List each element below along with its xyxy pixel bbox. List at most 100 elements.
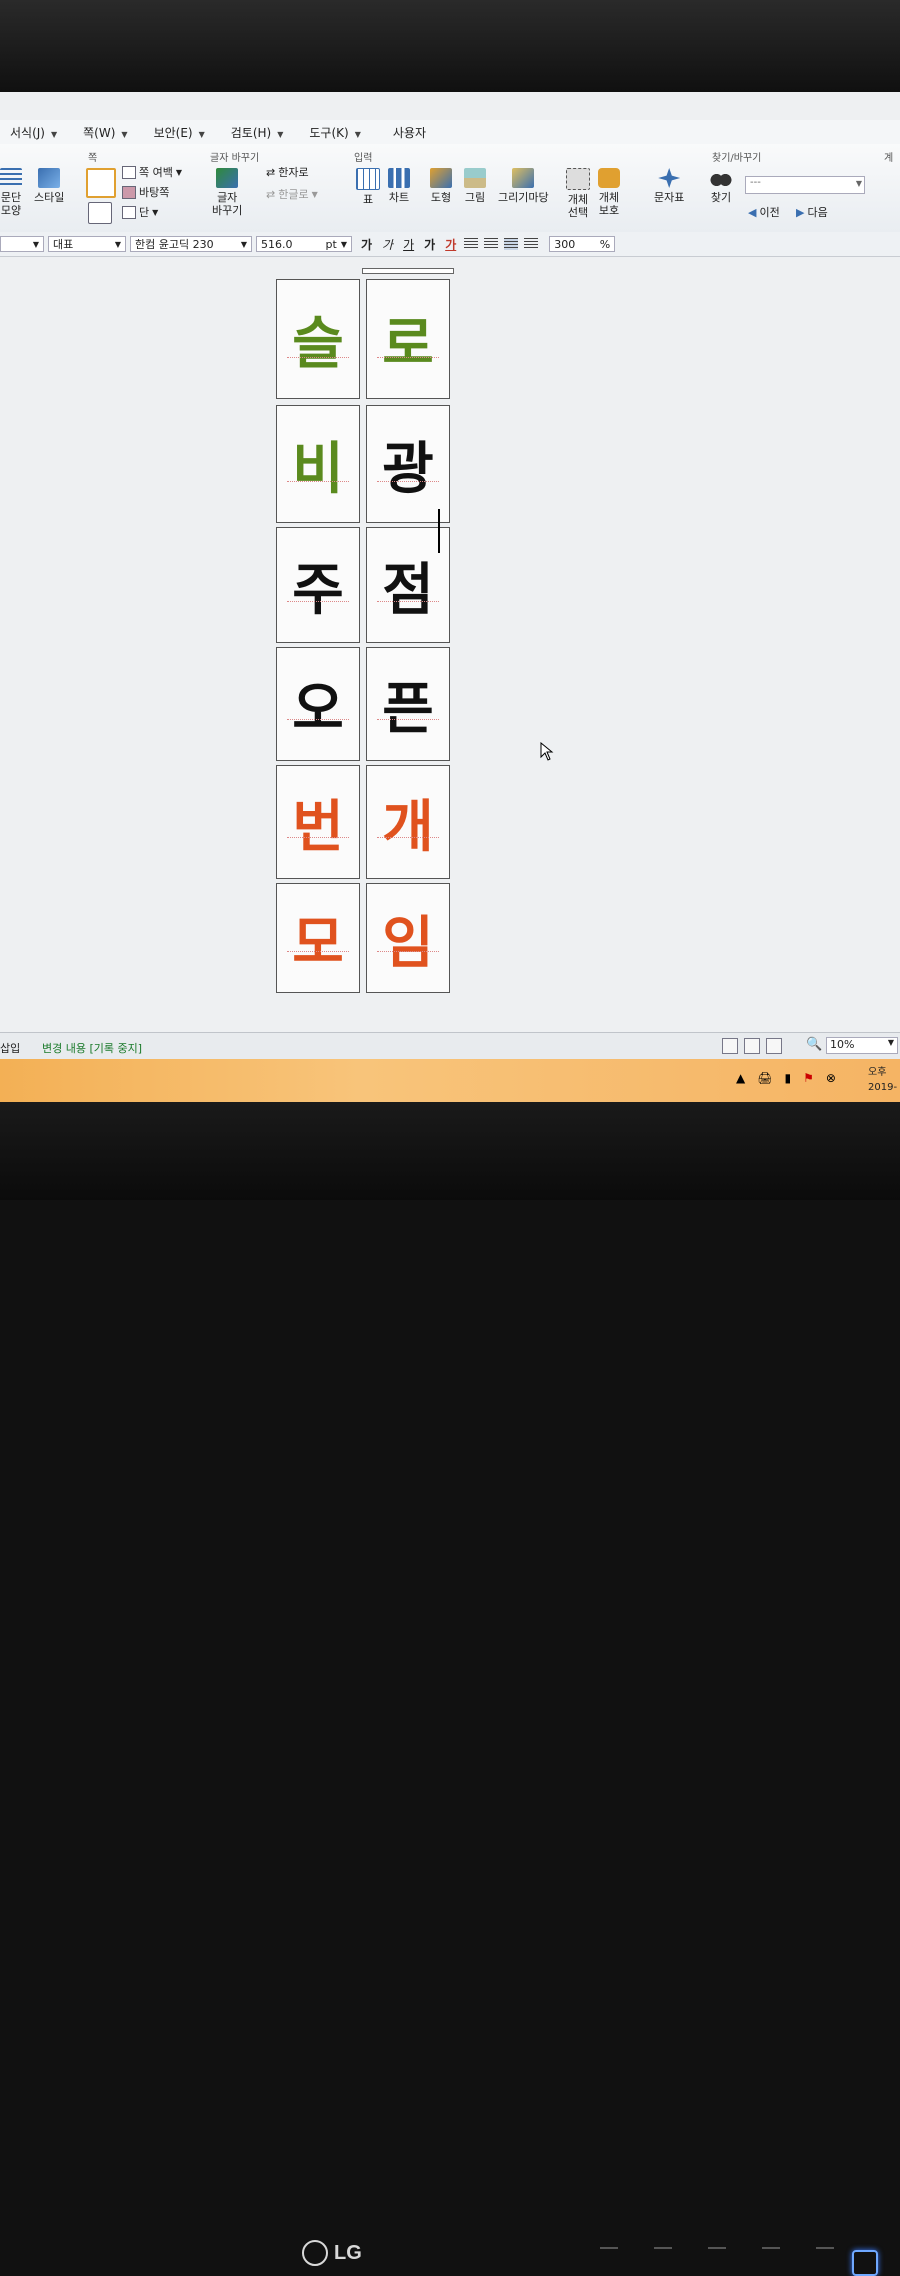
table-cell[interactable]: 픈	[366, 647, 450, 761]
find-button[interactable]: 찾기	[710, 168, 732, 204]
table-cell[interactable]: 비	[276, 405, 360, 523]
picture-yard-icon	[512, 168, 535, 188]
table-cell[interactable]: 임	[366, 883, 450, 993]
group-title-find: 찾기/바꾸기	[712, 153, 762, 164]
table-cell[interactable]: 주	[276, 527, 360, 643]
insert-mode[interactable]: 삽입	[0, 1040, 20, 1056]
align-left-icon[interactable]	[484, 238, 499, 250]
group-title-input: 입력	[354, 153, 373, 164]
cell-character: 임	[382, 910, 434, 976]
table-cell[interactable]: 광	[366, 405, 450, 523]
table-cell[interactable]: 로	[366, 279, 450, 399]
screen: 서식(J) ▼ 쪽(W) ▼ 보안(E) ▼ 검토(H) ▼ 도구(K) ▼ 사용자 쪽 …	[0, 92, 900, 1102]
power-button[interactable]	[852, 2250, 878, 2276]
char-change-button[interactable]: 글자 바꾸기	[212, 168, 242, 217]
strike-button[interactable]: 가	[419, 236, 440, 253]
cell-character: 개	[382, 794, 434, 860]
signal-icon[interactable]: ▮	[784, 1071, 791, 1085]
document-area[interactable]: 슬로비광주점오픈번개모임	[0, 257, 900, 1032]
table-cell[interactable]: 번	[276, 765, 360, 879]
underline-button[interactable]: 가	[398, 236, 419, 253]
column-button[interactable]: 단 ▼	[122, 204, 158, 220]
hanja-button[interactable]: ⇄ 한자로	[266, 164, 309, 180]
magnifier-icon[interactable]: 🔍	[806, 1037, 822, 1052]
align-center-icon[interactable]	[504, 238, 519, 250]
object-protect-button[interactable]: 개체 보호	[598, 168, 620, 217]
menu-page[interactable]: 쪽(W) ▼	[73, 124, 137, 141]
background-page-button[interactable]: 바탕쪽	[122, 184, 169, 200]
monitor-bezel-top	[0, 0, 900, 92]
background-icon	[122, 185, 136, 199]
align-right-icon[interactable]	[524, 238, 539, 250]
monitor-button[interactable]	[816, 2237, 834, 2249]
find-next-button[interactable]: ▶ 다음	[796, 204, 828, 220]
monitor-button[interactable]	[708, 2237, 726, 2249]
mouse-pointer-icon	[540, 742, 554, 761]
style-select[interactable]: ▼	[0, 236, 44, 252]
picture-yard-button[interactable]: 그리기마당	[498, 168, 549, 204]
picture-button[interactable]: 그림	[464, 168, 486, 204]
taskbar: ▲ 🖨 ▮ ⚑ ⊗ 오후 2019-	[0, 1059, 900, 1102]
align-justify-icon[interactable]	[464, 238, 479, 250]
arrow-left-icon: ◀	[748, 205, 757, 219]
line-spacing-input[interactable]: 300%	[549, 236, 616, 252]
monitor-button[interactable]	[654, 2237, 672, 2249]
monitor-button[interactable]	[600, 2237, 618, 2249]
menu-tools[interactable]: 도구(K) ▼	[299, 124, 370, 141]
spellcheck-underline	[287, 357, 349, 358]
error-icon[interactable]: ⊗	[826, 1071, 836, 1085]
arrow-right-icon: ▶	[796, 205, 805, 219]
format-toolbar: ▼ 대표 ▼ 한컴 윤고딕 230 ▼ 516.0 pt ▼ 가 가 가 가 가 300…	[0, 232, 900, 257]
shape-button[interactable]: 도형	[430, 168, 452, 204]
clock[interactable]: 오후 2019-	[868, 1065, 897, 1095]
shape-icon	[430, 168, 452, 188]
track-changes-status[interactable]: 변경 내용 [기록 중지]	[42, 1040, 142, 1056]
menu-user[interactable]: 사용자	[383, 124, 436, 141]
view-normal-icon[interactable]	[722, 1038, 738, 1054]
font-size-input[interactable]: 516.0 pt ▼	[256, 236, 352, 252]
find-prev-button[interactable]: ◀ 이전	[748, 204, 780, 220]
view-web-icon[interactable]	[766, 1038, 782, 1054]
table-button[interactable]: 표	[356, 168, 380, 206]
table-cell[interactable]: 슬	[276, 279, 360, 399]
hangul-button[interactable]: ⇄ 한글로 ▼	[266, 186, 318, 202]
paragraph-shape-button[interactable]: 문단 모양	[0, 168, 22, 217]
monitor-button[interactable]	[762, 2237, 780, 2249]
ruler-bar	[362, 268, 454, 274]
menu-review[interactable]: 검토(H) ▼	[221, 124, 294, 141]
cell-character: 오	[292, 676, 344, 742]
italic-button[interactable]: 가	[377, 236, 398, 253]
cell-character: 점	[382, 557, 434, 623]
chart-button[interactable]: 차트	[388, 168, 410, 204]
menu-format[interactable]: 서식(J) ▼	[0, 124, 67, 141]
page-setup-button[interactable]	[86, 168, 116, 201]
font-select[interactable]: 한컴 윤고딕 230 ▼	[130, 236, 252, 252]
printer-icon[interactable]: 🖨	[757, 1071, 772, 1085]
status-bar: 삽입 변경 내용 [기록 중지] 🔍 10% ▼	[0, 1032, 900, 1060]
spellcheck-underline	[287, 481, 349, 482]
page-margin-button[interactable]: 쪽 여백 ▼	[122, 164, 182, 180]
table-cell[interactable]: 모	[276, 883, 360, 993]
lock-icon	[598, 168, 620, 188]
spellcheck-underline	[377, 951, 439, 952]
cell-character: 광	[382, 436, 434, 502]
view-page-icon[interactable]	[744, 1038, 760, 1054]
table-cell[interactable]: 개	[366, 765, 450, 879]
zoom-select[interactable]: 10% ▼	[826, 1037, 898, 1054]
system-tray: ▲ 🖨 ▮ ⚑ ⊗	[736, 1071, 836, 1085]
style-name-select[interactable]: 대표 ▼	[48, 236, 126, 252]
page-border-button[interactable]	[88, 202, 112, 227]
menu-bar: 서식(J) ▼ 쪽(W) ▼ 보안(E) ▼ 검토(H) ▼ 도구(K) ▼ 사용자	[0, 120, 900, 144]
tray-expand-icon[interactable]: ▲	[736, 1071, 745, 1085]
char-table-button[interactable]: 문자표	[654, 168, 684, 204]
table-cell[interactable]: 오	[276, 647, 360, 761]
menu-security[interactable]: 보안(E) ▼	[144, 124, 215, 141]
spellcheck-underline	[287, 719, 349, 720]
group-title-char-change: 글자 바꾸기	[210, 153, 260, 164]
font-color-button[interactable]: 가	[440, 236, 461, 253]
bold-button[interactable]: 가	[356, 236, 377, 253]
find-dropdown[interactable]: --- ▼	[745, 176, 865, 194]
flag-icon[interactable]: ⚑	[803, 1071, 814, 1085]
object-select-button[interactable]: 개체 선택	[566, 168, 590, 219]
style-button[interactable]: 스타일	[34, 168, 64, 204]
